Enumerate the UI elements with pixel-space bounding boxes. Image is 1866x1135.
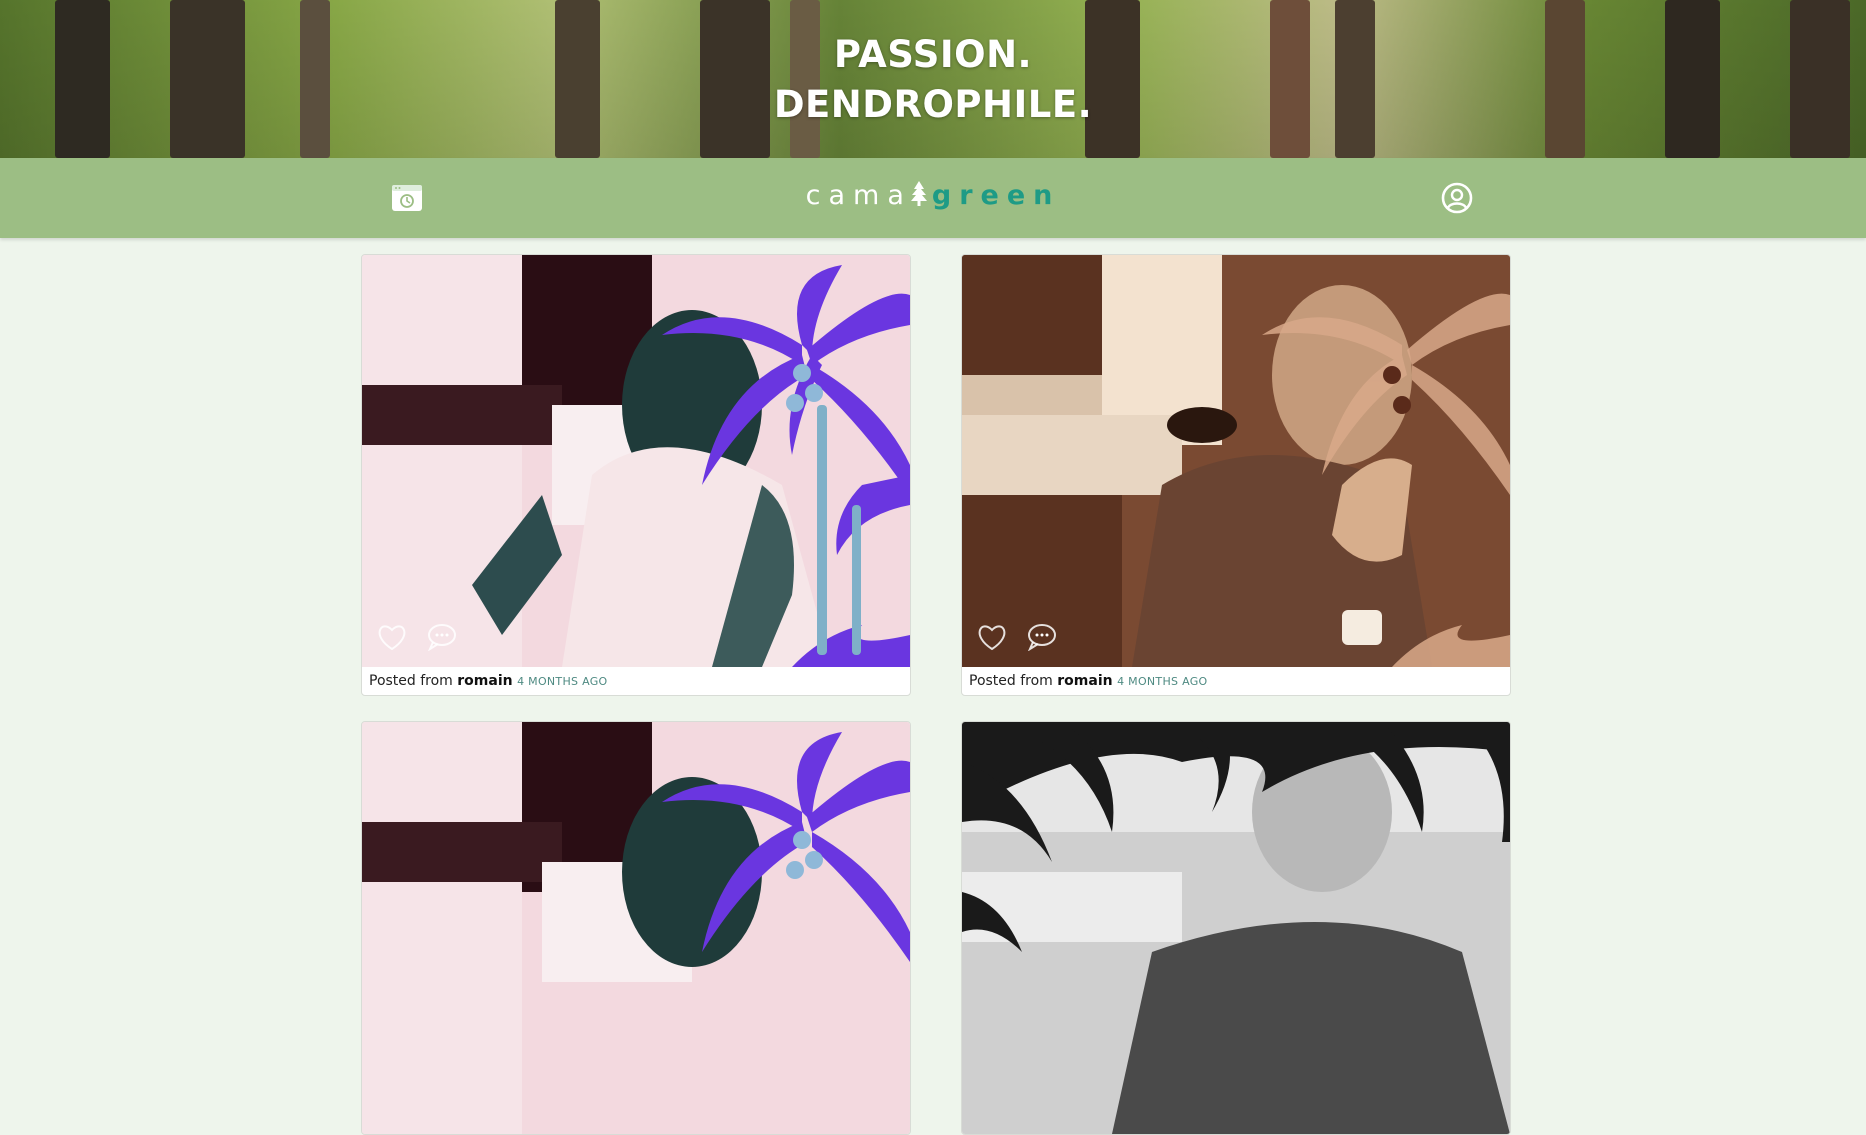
post-photo[interactable] xyxy=(962,255,1510,667)
caption-prefix: Posted from xyxy=(369,673,453,689)
post-actions xyxy=(976,623,1058,652)
post-card: Posted from romain 4 MONTHS AGO xyxy=(361,254,911,696)
post-card xyxy=(961,721,1511,1135)
tree-icon xyxy=(910,181,928,214)
speech-bubble-icon[interactable] xyxy=(426,623,458,652)
post-timestamp: 4 MONTHS AGO xyxy=(1117,675,1208,688)
heart-icon[interactable] xyxy=(376,623,408,651)
speech-bubble-icon[interactable] xyxy=(1026,623,1058,652)
user-circle-icon[interactable] xyxy=(1439,180,1475,216)
caption-prefix: Posted from xyxy=(969,673,1053,689)
author-link[interactable]: romain xyxy=(1057,673,1112,689)
hero-title: PASSION. DENDROPHILE. xyxy=(0,30,1866,130)
logo-text-left: cama xyxy=(805,180,912,211)
post-caption: Posted from romain 4 MONTHS AGO xyxy=(362,667,910,695)
hero-title-line2: DENDROPHILE. xyxy=(773,83,1093,126)
logo[interactable]: cama green xyxy=(0,180,1866,214)
hero-title-line1: PASSION. xyxy=(833,33,1033,76)
post-card: Posted from romain 4 MONTHS AGO xyxy=(961,254,1511,696)
post-caption: Posted from romain 4 MONTHS AGO xyxy=(962,667,1510,695)
heart-icon[interactable] xyxy=(976,623,1008,651)
post-photo[interactable] xyxy=(362,255,910,667)
navbar: cama green xyxy=(0,158,1866,238)
post-photo[interactable] xyxy=(362,722,910,1134)
post-timestamp: 4 MONTHS AGO xyxy=(517,675,608,688)
hero-banner: PASSION. DENDROPHILE. xyxy=(0,0,1866,158)
post-actions xyxy=(376,623,458,652)
post-card xyxy=(361,721,911,1135)
post-photo[interactable] xyxy=(962,722,1510,1134)
logo-text-right: green xyxy=(931,180,1061,211)
author-link[interactable]: romain xyxy=(457,673,512,689)
